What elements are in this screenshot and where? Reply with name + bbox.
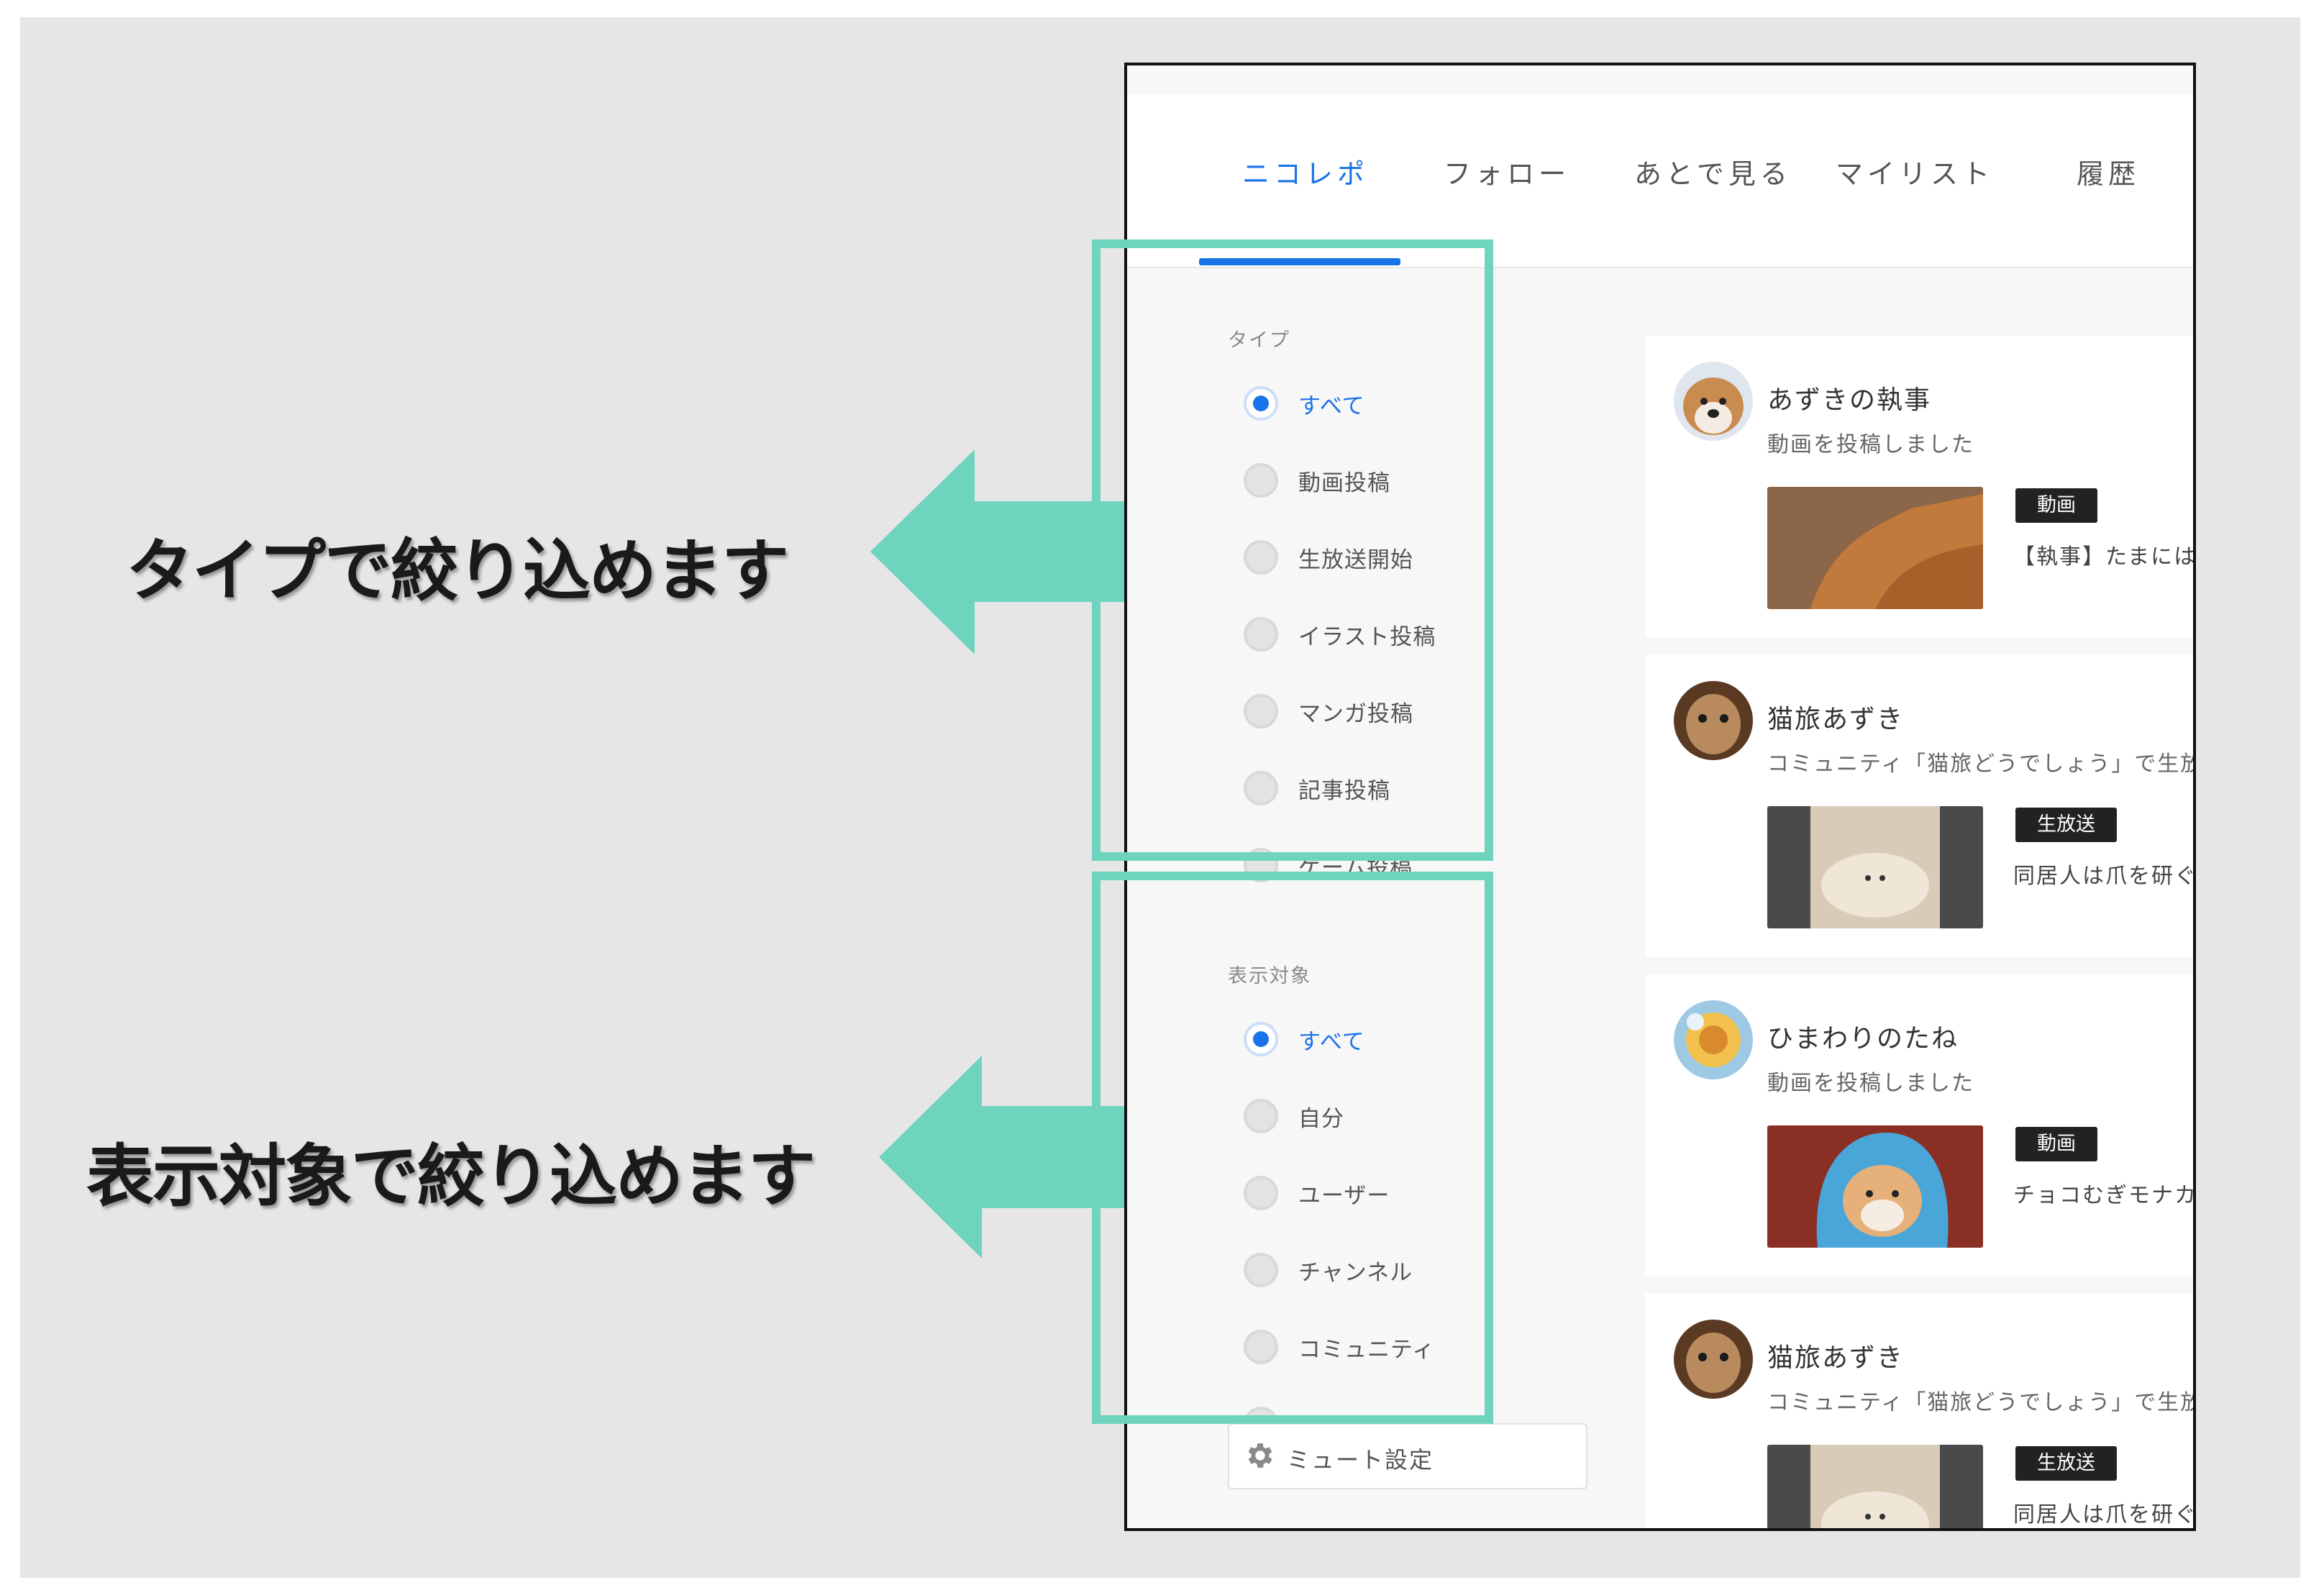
user-name[interactable]: 猫旅あずき (1767, 1337, 1904, 1374)
tab-follow[interactable]: フォロー (1444, 152, 1570, 191)
activity-feed: あずきの執事 動画を投稿しました 動画 【執事】たまには 猫旅あずき コミュニテ… (1645, 267, 2196, 1528)
action-text: 動画を投稿しました (1767, 1071, 1974, 1096)
avatar[interactable] (1674, 1320, 1753, 1399)
tab-mylist[interactable]: マイリスト (1836, 152, 1994, 191)
content-title[interactable]: 同居人は爪を研ぐ (2013, 1497, 2193, 1528)
feed-item[interactable]: 猫旅あずき コミュニティ「猫旅どうでしょう」で生放 生放送 同居人は爪を研ぐ (1645, 1294, 2196, 1528)
user-name[interactable]: あずきの執事 (1767, 379, 1931, 416)
video-thumbnail[interactable] (1767, 487, 1983, 609)
target-filter-callout: 表示対象で絞り込めます (86, 1138, 816, 1216)
live-thumbnail[interactable] (1767, 1445, 1983, 1528)
type-filter-arrow (870, 449, 1129, 654)
feed-item[interactable]: ひまわりのたね 動画を投稿しました 動画 チョコむぎモナカ (1645, 974, 2193, 1276)
action-text: コミュニティ「猫旅どうでしょう」で生放 (1767, 1390, 2196, 1415)
type-badge: 動画 (2015, 1127, 2097, 1161)
avatar[interactable] (1674, 1000, 1753, 1079)
type-badge: 動画 (2015, 488, 2097, 523)
gear-icon (1248, 1443, 1272, 1468)
avatar[interactable] (1674, 681, 1753, 760)
type-badge: 生放送 (2015, 1446, 2117, 1481)
feed-item[interactable]: あずきの執事 動画を投稿しました 動画 【執事】たまには (1645, 336, 2193, 638)
type-badge: 生放送 (2015, 808, 2117, 842)
action-text: 動画を投稿しました (1767, 432, 1974, 457)
user-name[interactable]: 猫旅あずき (1767, 698, 1904, 736)
action-text: コミュニティ「猫旅どうでしょう」で生放 (1767, 751, 2196, 777)
type-filter-callout: タイプで絞り込めます (126, 532, 789, 611)
mute-settings-button[interactable]: ミュート設定 (1228, 1423, 1587, 1489)
tab-nicorepo[interactable]: ニコレポ (1242, 152, 1369, 191)
video-thumbnail[interactable] (1767, 1125, 1983, 1248)
content-title[interactable]: チョコむぎモナカ (2013, 1177, 2193, 1209)
type-filter-highlight (1092, 239, 1493, 861)
avatar[interactable] (1674, 362, 1753, 441)
mute-settings-label: ミュート設定 (1287, 1446, 1434, 1474)
user-name[interactable]: ひまわりのたね (1767, 1018, 1959, 1055)
content-title[interactable]: 同居人は爪を研ぐ (2013, 858, 2193, 890)
live-thumbnail[interactable] (1767, 806, 1983, 928)
content-title[interactable]: 【執事】たまには (2013, 539, 2193, 570)
tab-history[interactable]: 履歴 (2077, 152, 2140, 191)
tab-watch-later[interactable]: あとで見る (1634, 152, 1792, 191)
feed-item[interactable]: 猫旅あずき コミュニティ「猫旅どうでしょう」で生放 生放送 同居人は爪を研ぐ (1645, 655, 2196, 957)
target-filter-highlight (1092, 872, 1493, 1424)
